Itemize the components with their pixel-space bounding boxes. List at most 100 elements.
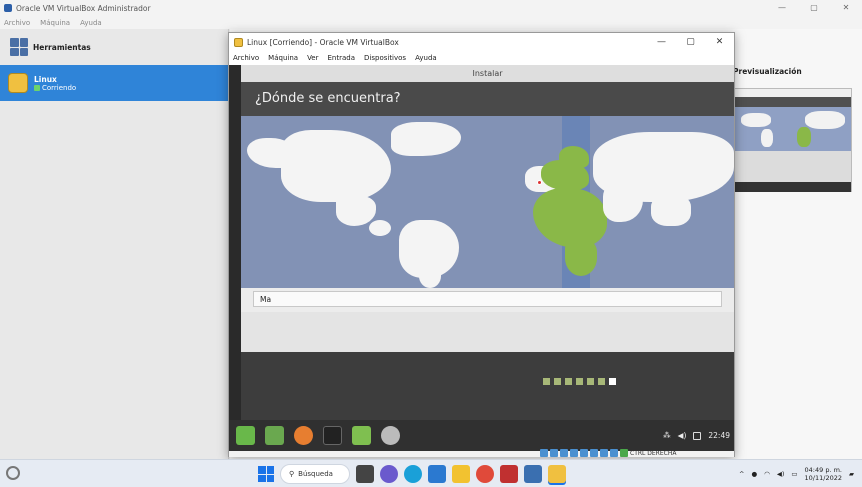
speaker-icon[interactable]: ◀) — [777, 470, 785, 478]
vm-window-controls: — ▢ ✕ — [647, 33, 734, 51]
volume-icon[interactable]: ◀) — [678, 431, 687, 440]
virtualbox-taskbar-icon[interactable] — [524, 465, 542, 483]
windows-system-tray: ^ ● ◠ ◀) ▭ 04:49 p. m. 10/11/2022 ▰ — [739, 463, 854, 485]
mint-clock[interactable]: 22:49 — [708, 431, 730, 440]
windows-start-icon[interactable] — [258, 466, 274, 482]
progress-dot — [587, 378, 594, 385]
location-search-row — [241, 288, 734, 312]
progress-dot — [609, 378, 616, 385]
network-status-icon[interactable] — [570, 449, 578, 457]
recording-status-icon[interactable] — [610, 449, 618, 457]
usb-status-icon[interactable] — [580, 449, 588, 457]
weather-icon[interactable] — [6, 466, 20, 480]
installer-content-area — [241, 312, 734, 352]
mint-system-tray: ⁂ ◀) 22:49 — [663, 420, 730, 451]
battery-icon[interactable] — [693, 431, 702, 440]
search-icon: ⚲ — [289, 470, 295, 478]
app-icon[interactable] — [500, 465, 518, 483]
preview-label: Previsualización — [733, 67, 802, 76]
host-close-button[interactable]: ✕ — [830, 0, 862, 16]
display-status-icon[interactable] — [600, 449, 608, 457]
chevron-up-icon[interactable]: ^ — [739, 470, 744, 478]
linux-vm-taskbar-icon[interactable] — [548, 465, 566, 483]
battery-tray-icon[interactable]: ▭ — [791, 470, 797, 478]
taskbar-search-label: Búsqueda — [298, 470, 333, 478]
host-minimize-button[interactable]: — — [766, 0, 798, 16]
timezone-map[interactable] — [241, 116, 734, 288]
tools-item[interactable]: Herramientas — [0, 29, 228, 65]
progress-dot — [543, 378, 550, 385]
clock-date: 10/11/2022 — [804, 474, 842, 482]
installer-question: ¿Dónde se encuentra? — [241, 82, 734, 116]
task-view-icon[interactable] — [356, 465, 374, 483]
installer-title: Instalar — [241, 65, 734, 82]
vm-window-title: Linux [Corriendo] - Oracle VM VirtualBox — [247, 37, 399, 47]
taskbar-search[interactable]: ⚲ Búsqueda — [280, 464, 350, 484]
edge-icon[interactable] — [404, 465, 422, 483]
shared-folder-status-icon[interactable] — [590, 449, 598, 457]
notification-icon[interactable]: ▰ — [849, 470, 854, 478]
vm-menu-maquina[interactable]: Máquina — [268, 54, 298, 62]
show-desktop-icon[interactable] — [265, 426, 284, 445]
location-search-input[interactable] — [253, 291, 722, 307]
firefox-icon[interactable] — [294, 426, 313, 445]
vm-list-item-linux[interactable]: Linux Corriendo — [0, 65, 228, 101]
install-disc-icon[interactable] — [381, 426, 400, 445]
host-menu-ayuda[interactable]: Ayuda — [80, 19, 102, 27]
progress-dot — [576, 378, 583, 385]
selected-location-pin-icon — [537, 180, 542, 185]
mouse-integration-status-icon[interactable] — [620, 449, 628, 457]
virtualbox-logo-icon — [4, 4, 12, 12]
vm-menu-archivo[interactable]: Archivo — [233, 54, 259, 62]
vm-minimize-button[interactable]: — — [647, 33, 676, 51]
chat-icon[interactable] — [380, 465, 398, 483]
mint-taskbar: ⁂ ◀) 22:49 — [229, 420, 734, 451]
host-maximize-button[interactable]: ▢ — [798, 0, 830, 16]
file-explorer-icon[interactable] — [452, 465, 470, 483]
guest-screen: Instalar ¿Dónde se encuentra? Ma ⁂ ◀) 22… — [229, 65, 734, 451]
vm-close-button[interactable]: ✕ — [705, 33, 734, 51]
terminal-icon[interactable] — [323, 426, 342, 445]
vm-preview-thumbnail — [734, 88, 852, 192]
windows-clock[interactable]: 04:49 p. m. 10/11/2022 — [805, 466, 842, 482]
host-menubar: Archivo Máquina Ayuda — [0, 16, 862, 29]
host-window-title: Oracle VM VirtualBox Administrador — [16, 3, 151, 13]
vm-sidebar: Herramientas Linux Corriendo — [0, 29, 229, 459]
chrome-icon[interactable] — [476, 465, 494, 483]
installer-window: Instalar ¿Dónde se encuentra? — [241, 65, 734, 420]
host-key-label: CTRL DERECHA — [630, 449, 677, 457]
audio-status-icon[interactable] — [560, 449, 568, 457]
vm-window-icon — [234, 37, 243, 47]
vm-menu-ayuda[interactable]: Ayuda — [415, 54, 437, 62]
optical-status-icon[interactable] — [550, 449, 558, 457]
wifi-icon[interactable]: ◠ — [764, 470, 770, 478]
progress-dot — [554, 378, 561, 385]
network-icon[interactable]: ⁂ — [663, 431, 671, 440]
vm-menu-dispositivos[interactable]: Dispositivos — [364, 54, 406, 62]
host-titlebar: Oracle VM VirtualBox Administrador — [0, 0, 862, 16]
progress-dot — [598, 378, 605, 385]
mint-menu-icon[interactable] — [236, 426, 255, 445]
vm-maximize-button[interactable]: ▢ — [676, 33, 705, 51]
installer-progress-dots — [543, 378, 616, 385]
vm-menu-entrada[interactable]: Entrada — [328, 54, 356, 62]
vm-menubar: Archivo Máquina Ver Entrada Dispositivos… — [229, 51, 734, 64]
host-menu-archivo[interactable]: Archivo — [4, 19, 30, 27]
vm-state: Corriendo — [42, 83, 77, 92]
hdd-status-icon[interactable] — [540, 449, 548, 457]
vm-window: Linux [Corriendo] - Oracle VM VirtualBox… — [228, 32, 735, 457]
files-icon[interactable] — [352, 426, 371, 445]
running-arrow-icon — [34, 84, 40, 91]
progress-dot — [565, 378, 572, 385]
tools-label: Herramientas — [33, 42, 91, 52]
linux-vm-icon — [8, 73, 28, 93]
location-icon[interactable]: ● — [751, 470, 757, 478]
vm-name: Linux — [34, 74, 57, 84]
installer-footer — [241, 352, 734, 420]
host-menu-maquina[interactable]: Máquina — [40, 19, 70, 27]
vm-status-indicators: CTRL DERECHA — [540, 448, 676, 458]
store-icon[interactable] — [428, 465, 446, 483]
vm-menu-ver[interactable]: Ver — [307, 54, 318, 62]
host-window-controls: — ▢ ✕ — [766, 0, 862, 16]
clock-time: 04:49 p. m. — [804, 466, 842, 474]
